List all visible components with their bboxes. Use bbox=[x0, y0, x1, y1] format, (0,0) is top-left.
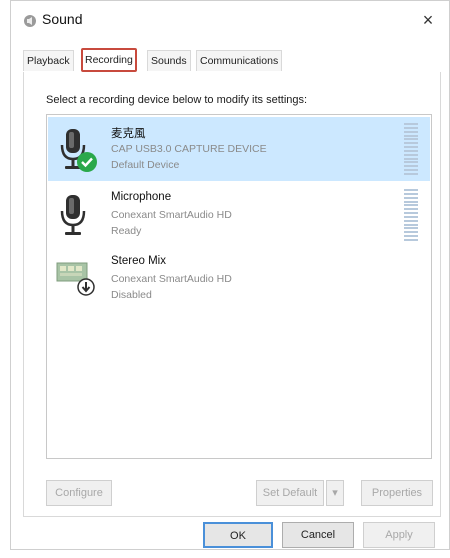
title-bar: Sound × bbox=[11, 1, 449, 41]
ok-button[interactable]: OK bbox=[203, 522, 273, 548]
tab-bar: Playback Recording Sounds Communications bbox=[23, 48, 439, 73]
device-name: Stereo Mix bbox=[111, 255, 166, 267]
chevron-down-icon: ▾ bbox=[332, 487, 338, 499]
device-item[interactable]: 麦克風 CAP USB3.0 CAPTURE DEVICE Default De… bbox=[48, 117, 430, 181]
microphone-icon bbox=[60, 195, 86, 235]
device-item[interactable]: Stereo Mix Conexant SmartAudio HD Disabl… bbox=[48, 247, 430, 311]
device-description: Conexant SmartAudio HD bbox=[111, 209, 232, 221]
tab-recording[interactable]: Recording bbox=[81, 48, 137, 72]
device-name: Microphone bbox=[111, 191, 172, 203]
device-description: CAP USB3.0 CAPTURE DEVICE bbox=[111, 143, 267, 155]
level-meter bbox=[404, 189, 418, 241]
tab-sounds[interactable]: Sounds bbox=[147, 50, 191, 71]
window-title: Sound bbox=[42, 11, 83, 27]
set-default-dropdown-button[interactable]: ▾ bbox=[326, 480, 344, 506]
cancel-button[interactable]: Cancel bbox=[282, 522, 354, 548]
tab-playback[interactable]: Playback bbox=[23, 50, 74, 71]
configure-button[interactable]: Configure bbox=[46, 480, 112, 506]
tab-communications[interactable]: Communications bbox=[196, 50, 283, 71]
device-status: Default Device bbox=[111, 159, 180, 171]
device-name: 麦克風 bbox=[111, 128, 146, 140]
properties-button[interactable]: Properties bbox=[361, 480, 433, 506]
device-description: Conexant SmartAudio HD bbox=[111, 273, 232, 285]
device-status: Ready bbox=[111, 225, 142, 237]
microphone-default-icon bbox=[60, 129, 97, 172]
set-default-button[interactable]: Set Default bbox=[256, 480, 324, 506]
recording-panel: Select a recording device below to modif… bbox=[23, 72, 441, 517]
apply-button[interactable]: Apply bbox=[363, 522, 435, 548]
close-button[interactable]: × bbox=[415, 7, 441, 33]
instruction-text: Select a recording device below to modif… bbox=[46, 94, 308, 106]
level-meter bbox=[404, 123, 418, 175]
sound-dialog: Sound × Playback Recording Sounds Commun… bbox=[10, 0, 450, 550]
close-icon: × bbox=[422, 10, 434, 30]
speaker-icon bbox=[24, 15, 36, 27]
device-list[interactable]: 麦克風 CAP USB3.0 CAPTURE DEVICE Default De… bbox=[46, 114, 432, 459]
device-status: Disabled bbox=[111, 289, 152, 301]
device-item[interactable]: Microphone Conexant SmartAudio HD Ready bbox=[48, 183, 430, 247]
sound-card-disabled-icon bbox=[56, 262, 95, 296]
